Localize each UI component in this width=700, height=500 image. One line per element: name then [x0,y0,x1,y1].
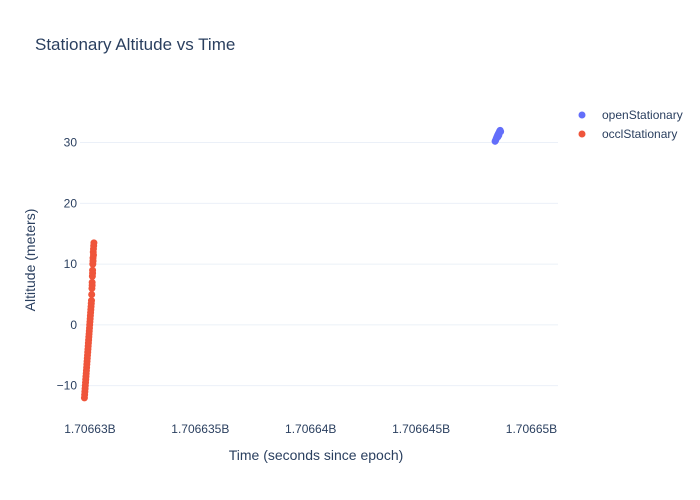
x-tick-label: 1.706635B [171,422,229,436]
gridlines [80,142,558,387]
y-tick-label: 20 [64,196,78,210]
point-occlstationary [87,297,95,305]
y-tick-label: 10 [64,257,78,271]
y-axis-ticks: −10 0 10 20 30 [57,136,78,393]
point-openstationary [495,131,503,139]
x-tick-label: 1.70664B [285,422,336,436]
y-axis-title: Altitude (meters) [22,209,38,312]
x-axis-ticks: 1.70663B 1.706635B 1.70664B 1.706645B 1.7066… [64,422,557,436]
chart-title: Stationary Altitude vs Time [35,35,235,54]
point-occlstationary [90,239,98,247]
point-occlstationary [88,291,96,299]
legend-label: occlStationary [602,127,677,141]
point-occlstationary [89,251,97,259]
y-tick-label: 0 [70,318,77,332]
y-tick-label: 30 [64,136,78,150]
point-occlstationary [89,257,97,265]
point-occlstationary [88,281,96,289]
point-occlstationary [89,269,97,277]
legend-marker [578,130,586,138]
x-axis-title: Time (seconds since epoch) [229,447,404,463]
legend[interactable]: openStationary occlStationary [578,108,683,141]
legend-label: openStationary [602,108,683,122]
y-tick-label: −10 [57,379,78,393]
legend-marker [578,111,586,119]
scatter-chart: Stationary Altitude vs Time −10 0 10 20 30 1… [22,35,683,463]
x-tick-label: 1.70663B [64,422,115,436]
legend-item-occlstationary[interactable]: occlStationary [578,127,678,141]
x-tick-label: 1.70665B [506,422,557,436]
legend-item-openstationary[interactable]: openStationary [578,108,683,122]
x-tick-label: 1.706645B [392,422,450,436]
